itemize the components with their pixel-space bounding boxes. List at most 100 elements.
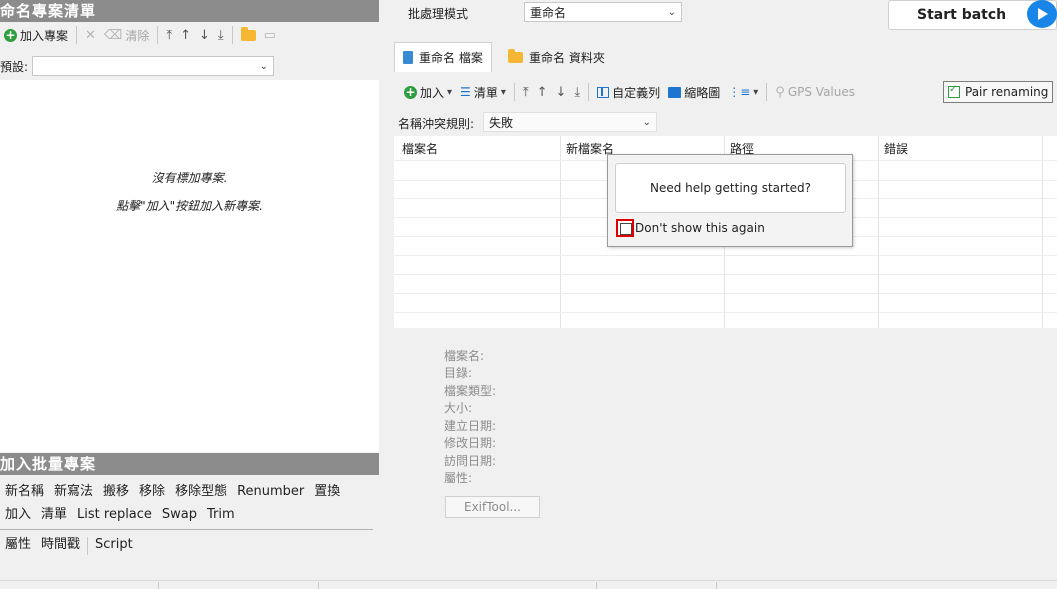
list-icon: ☰ [460, 85, 471, 99]
move-down-button[interactable]: ↓ [195, 24, 214, 46]
move-bottom-button[interactable]: ⤓ [214, 24, 228, 46]
empty-message-line1: 沒有標加專案. [151, 171, 228, 185]
batch-mode-select[interactable]: 重命名 ⌄ [524, 2, 682, 22]
thumbnails-button[interactable]: 縮略圖 [664, 81, 724, 103]
arrow-down-icon: ↓ [555, 84, 567, 100]
eraser-icon: ⌫ [103, 27, 123, 43]
move-bottom-icon: ⤓ [574, 84, 581, 100]
arrow-up-icon: ↑ [536, 84, 548, 100]
table-row [394, 293, 1057, 294]
column-divider [878, 136, 879, 328]
save-button[interactable]: ▭ [260, 24, 280, 46]
columns-icon [597, 86, 610, 98]
prop-directory: 目錄: [444, 366, 473, 380]
batch-row-3: 屬性 時間戳 Script [0, 535, 138, 555]
status-separator [318, 582, 319, 589]
batch-script[interactable]: Script [90, 535, 138, 555]
save-icon: ▭ [263, 27, 276, 43]
prop-filename: 檔案名: [444, 349, 485, 363]
project-toolbar: + 加入專案 ✕ ⌫ 清除 ⤒ ↑ ↓ ⤓ ▭ [0, 24, 280, 46]
move-top-icon: ⤒ [166, 27, 173, 43]
dont-show-again-checkbox[interactable] [616, 219, 634, 237]
move-up-button[interactable]: ↑ [533, 81, 552, 103]
tab-rename-folders[interactable]: 重命名 資料夾 [500, 42, 613, 72]
batch-list-replace[interactable]: List replace [72, 505, 157, 525]
empty-message-line2: 點擊"加入"按鈕加入新專案. [116, 199, 263, 213]
batch-replace[interactable]: 置換 [309, 482, 345, 502]
plus-icon: + [4, 27, 17, 42]
files-toolbar: + 加入 ▾ ☰ 清單 ▾ ⤒ ↑ ↓ ⤓ 自定義列 縮略圖 ⋮≡ ▾ ⚲ GP… [400, 80, 859, 104]
add-files-button[interactable]: + 加入 ▾ [400, 81, 456, 103]
column-error[interactable]: 錯誤 [884, 140, 908, 157]
dont-show-again-label[interactable]: Don't show this again [635, 221, 765, 235]
custom-columns-button[interactable]: 自定義列 [593, 81, 664, 103]
conflict-rule-select[interactable]: 失敗 ⌄ [483, 112, 657, 132]
chevron-down-icon: ⌄ [667, 6, 676, 18]
batch-trim[interactable]: Trim [202, 505, 240, 525]
table-row [394, 255, 1057, 256]
column-filename[interactable]: 檔案名 [402, 140, 438, 157]
table-row [394, 312, 1057, 313]
batch-list[interactable]: 清單 [36, 505, 72, 525]
help-popup: Need help getting started? Don't show th… [607, 154, 853, 247]
chevron-down-icon: ⌄ [642, 116, 651, 128]
column-divider [560, 136, 561, 328]
batch-mode-label: 批處理模式 [408, 7, 469, 21]
gps-values-button[interactable]: ⚲ GPS Values [771, 81, 859, 103]
delete-button[interactable]: ✕ [81, 24, 100, 46]
dropdown-arrow-icon: ▾ [753, 86, 759, 98]
move-top-button[interactable]: ⤒ [162, 24, 176, 46]
toolbar-separator [766, 83, 768, 101]
view-options-button[interactable]: ⋮≡ ▾ [724, 81, 762, 103]
batch-swap[interactable]: Swap [157, 505, 202, 525]
toolbar-separator [231, 26, 233, 44]
prop-modified: 修改日期: [444, 436, 497, 450]
batch-new-case[interactable]: 新寫法 [49, 482, 98, 502]
batch-projects-title: 加入批量專案 [0, 453, 379, 475]
preset-select[interactable]: ⌄ [32, 56, 274, 76]
prop-size: 大小: [444, 401, 473, 415]
prop-attributes: 屬性: [444, 471, 473, 485]
clear-button[interactable]: ⌫ 清除 [100, 24, 153, 46]
arrow-up-icon: ↑ [180, 27, 191, 43]
add-project-button[interactable]: + 加入專案 [0, 24, 72, 46]
toolbar-separator [87, 537, 89, 555]
tab-rename-files[interactable]: 重命名 檔案 [394, 42, 492, 72]
batch-renumber[interactable]: Renumber [232, 482, 309, 502]
move-bottom-button[interactable]: ⤓ [570, 81, 584, 103]
left-panel: 命名專案清單 + 加入專案 ✕ ⌫ 清除 ⤒ ↑ ↓ ⤓ ▭ 預設: ⌄ 沒有標… [0, 0, 379, 589]
toolbar-separator [157, 26, 159, 44]
exiftool-button[interactable]: ExifTool... [445, 496, 540, 518]
dropdown-arrow-icon: ▾ [447, 86, 453, 98]
plus-icon: + [404, 84, 417, 99]
conflict-rule-label: 名稱沖突規則: [398, 117, 475, 131]
batch-new-name[interactable]: 新名稱 [0, 482, 49, 502]
open-folder-button[interactable] [237, 24, 260, 46]
folder-icon [240, 26, 256, 41]
project-list[interactable]: 沒有標加專案. 點擊"加入"按鈕加入新專案. [0, 80, 379, 452]
status-separator [716, 582, 717, 589]
batch-remove[interactable]: 移除 [134, 482, 170, 502]
image-icon [668, 86, 682, 98]
pair-renaming-toggle[interactable]: Pair renaming [943, 81, 1054, 103]
help-getting-started-button[interactable]: Need help getting started? [615, 163, 846, 213]
toolbar-separator [513, 83, 515, 101]
dropdown-arrow-icon: ▾ [500, 86, 506, 98]
document-icon [403, 51, 413, 64]
batch-attributes[interactable]: 屬性 [0, 535, 36, 555]
batch-move[interactable]: 搬移 [98, 482, 134, 502]
batch-remove-pattern[interactable]: 移除型態 [170, 482, 232, 502]
batch-add[interactable]: 加入 [0, 505, 36, 525]
status-separator [158, 582, 159, 589]
move-top-button[interactable]: ⤒ [519, 81, 533, 103]
table-row [394, 274, 1057, 275]
status-separator [596, 582, 597, 589]
play-icon[interactable] [1027, 0, 1057, 28]
move-down-button[interactable]: ↓ [552, 81, 571, 103]
x-icon: ✕ [85, 27, 96, 43]
divider [0, 529, 373, 530]
batch-timestamp[interactable]: 時間戳 [36, 535, 85, 555]
list-button[interactable]: ☰ 清單 ▾ [456, 81, 510, 103]
move-up-button[interactable]: ↑ [176, 24, 195, 46]
batch-row-1: 新名稱 新寫法 搬移 移除 移除型態 Renumber 置換 [0, 482, 345, 502]
